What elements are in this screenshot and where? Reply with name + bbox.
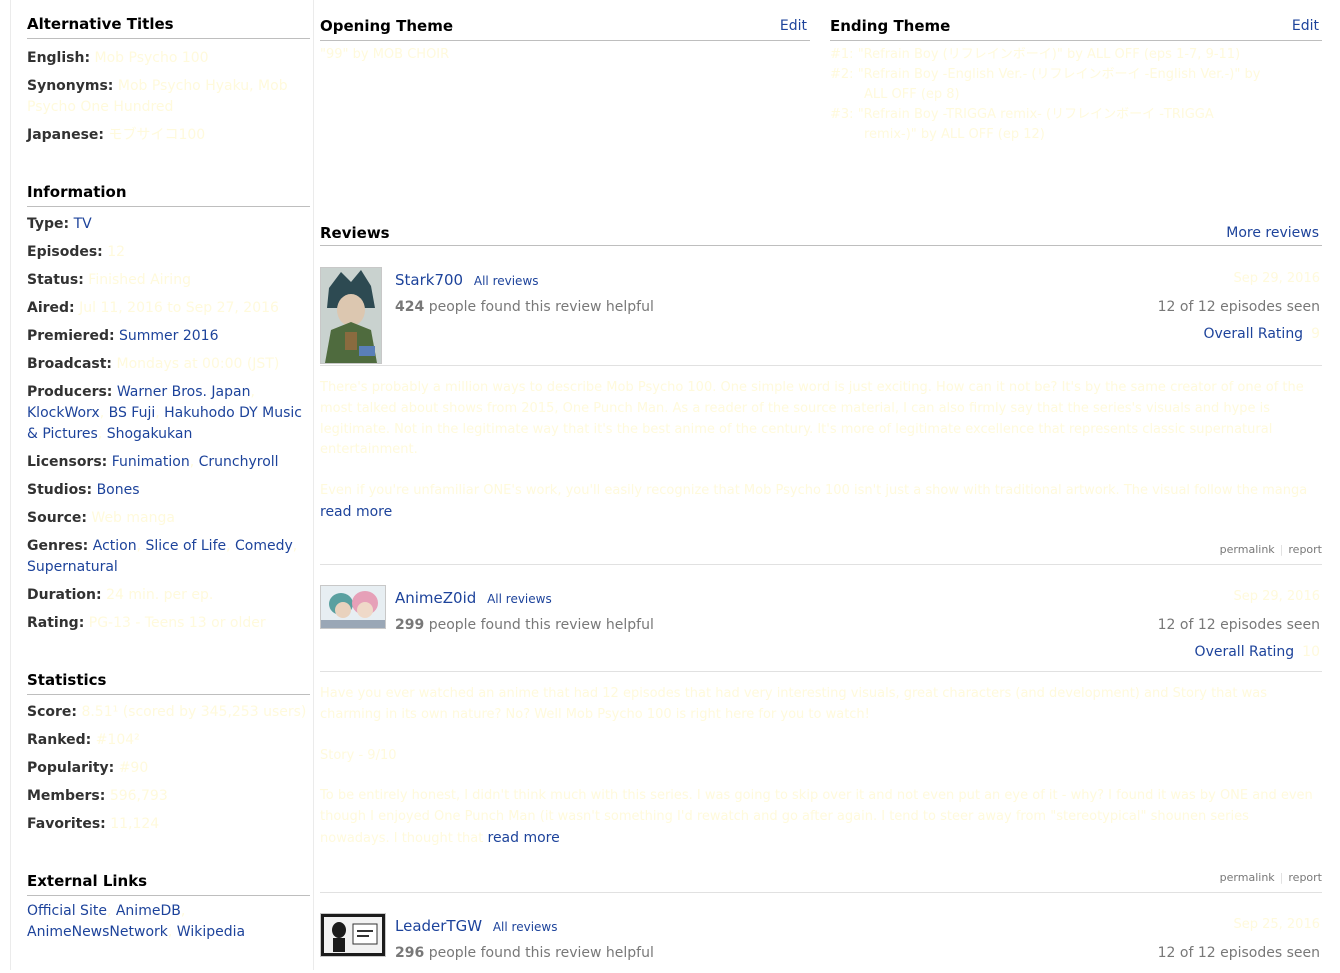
opening-theme-header: Opening Theme Edit <box>320 14 810 41</box>
info-status: Status: Finished Airing <box>27 272 191 288</box>
read-more-link[interactable]: read more <box>488 830 560 846</box>
all-reviews-link[interactable]: All reviews <box>493 920 558 934</box>
wikipedia-link[interactable]: Wikipedia <box>177 924 245 940</box>
external-links-heading: External Links <box>27 857 310 896</box>
reviewer-name[interactable]: AnimeZ0id All reviews <box>395 589 552 607</box>
avatar-image <box>321 268 381 363</box>
read-more-link[interactable]: read more <box>320 504 392 520</box>
review-item: AnimeZ0id All reviews 299 people found t… <box>320 585 1322 893</box>
review-footer: permalink | report <box>320 543 1322 565</box>
official-site-link[interactable]: Official Site <box>27 903 107 919</box>
info-producers: Producers: Warner Bros. Japan, KlockWorx… <box>27 384 303 442</box>
opening-theme: Opening Theme Edit "99" by MOB CHOIR <box>320 14 810 65</box>
episodes-seen: 12 of 12 episodes seen <box>1157 299 1320 315</box>
avatar-image <box>321 586 385 628</box>
reviewer-name[interactable]: Stark700 All reviews <box>395 271 539 289</box>
reviews-header: Reviews More reviews <box>320 222 1322 246</box>
producer-link[interactable]: Warner Bros. Japan <box>117 384 251 400</box>
review-date: Sep 29, 2016 <box>1233 589 1320 604</box>
main-content: Opening Theme Edit "99" by MOB CHOIR End… <box>320 0 1322 970</box>
helpful-count: 296 people found this review helpful <box>395 945 654 961</box>
animedb-link[interactable]: AnimeDB <box>116 903 181 919</box>
review-text: Have you ever watched an anime that had … <box>320 686 1313 846</box>
review-date: Sep 29, 2016 <box>1233 271 1320 286</box>
reviewer-name[interactable]: LeaderTGW All reviews <box>395 917 557 935</box>
helpful-count: 424 people found this review helpful <box>395 299 654 315</box>
alt-titles-heading: Alternative Titles <box>27 0 310 39</box>
ending-theme-header: Ending Theme Edit <box>830 14 1322 41</box>
sidebar: Alternative Titles English: Mob Psycho 1… <box>10 0 314 970</box>
stat-score: Score: 8.51¹ (scored by 345,253 users) <box>27 704 307 720</box>
overall-rating[interactable]: Overall Rating 9 <box>1203 326 1320 342</box>
ending-edit-link[interactable]: Edit <box>1292 14 1319 38</box>
info-licensors: Licensors: Funimation, Crunchyroll <box>27 454 279 470</box>
stat-popularity: Popularity: #90 <box>27 760 149 776</box>
review-item: LeaderTGW All reviews 296 people found t… <box>320 913 1322 973</box>
avatar[interactable] <box>320 267 382 364</box>
review-item: Stark700 All reviews 424 people found th… <box>320 267 1322 565</box>
episodes-seen: 12 of 12 episodes seen <box>1157 945 1320 961</box>
info-broadcast: Broadcast: Mondays at 00:00 (JST) <box>27 356 280 372</box>
review-footer: permalink | report <box>320 871 1322 893</box>
ending-theme-item: #2: "Refrain Boy -English Ver.- (リフレインボー… <box>830 67 1261 102</box>
statistics-heading: Statistics <box>27 656 310 695</box>
type-link[interactable]: TV <box>74 216 92 232</box>
synonyms: Synonyms: Mob Psycho Hyaku, Mob Psycho O… <box>27 78 288 115</box>
information-heading: Information <box>27 168 310 207</box>
external-links: Official Site, AnimeDB, AnimeNewsNetwork… <box>27 903 246 940</box>
animenewsnetwork-link[interactable]: AnimeNewsNetwork <box>27 924 168 940</box>
info-genres: Genres: Action, Slice of Life, Comedy, S… <box>27 538 298 575</box>
info-aired: Aired: Jul 11, 2016 to Sep 27, 2016 <box>27 300 279 316</box>
permalink-link[interactable]: permalink <box>1220 543 1275 556</box>
genre-link[interactable]: Slice of Life <box>146 538 227 554</box>
avatar[interactable] <box>320 585 386 629</box>
info-episodes: Episodes: 12 <box>27 244 126 260</box>
report-link[interactable]: report <box>1288 543 1322 556</box>
producer-link[interactable]: BS Fuji <box>109 405 156 421</box>
producer-link[interactable]: KlockWorx <box>27 405 100 421</box>
avatar[interactable] <box>320 913 386 957</box>
info-duration: Duration: 24 min. per ep. <box>27 587 214 603</box>
info-rating: Rating: PG-13 - Teens 13 or older <box>27 615 266 631</box>
producer-link[interactable]: Shogakukan <box>107 426 193 442</box>
ending-theme-title: Ending Theme <box>830 17 951 35</box>
info-type: Type: TV <box>27 216 92 232</box>
info-source: Source: Web manga <box>27 510 175 526</box>
ending-theme-item: #1: "Refrain Boy (リフレインボーイ)" by ALL OFF … <box>830 47 1241 62</box>
info-studios: Studios: Bones <box>27 482 140 498</box>
review-date: Sep 25, 2016 <box>1233 917 1320 932</box>
more-reviews-link[interactable]: More reviews <box>1226 222 1319 244</box>
avatar-image <box>321 914 385 956</box>
studio-link[interactable]: Bones <box>97 482 140 498</box>
episodes-seen: 12 of 12 episodes seen <box>1157 617 1320 633</box>
ending-theme-item: #3: "Refrain Boy -TRIGGA remix- (リフレインボー… <box>830 107 1214 142</box>
overall-rating[interactable]: Overall Rating 10 <box>1195 644 1320 660</box>
reviews-title: Reviews <box>320 224 390 242</box>
stat-members: Members: 596,793 <box>27 788 168 804</box>
stat-favorites: Favorites: 11,124 <box>27 816 160 832</box>
opening-theme-item: "99" by MOB CHOIR <box>320 47 450 62</box>
ending-theme: Ending Theme Edit #1: "Refrain Boy (リフレイ… <box>830 14 1322 145</box>
licensor-link[interactable]: Funimation <box>112 454 190 470</box>
report-link[interactable]: report <box>1288 871 1322 884</box>
genre-link[interactable]: Supernatural <box>27 559 118 575</box>
info-premiered: Premiered: Summer 2016 <box>27 328 219 344</box>
japanese-title: Japanese: モブサイコ100 <box>27 127 206 143</box>
opening-edit-link[interactable]: Edit <box>780 14 807 38</box>
genre-link[interactable]: Action <box>93 538 137 554</box>
all-reviews-link[interactable]: All reviews <box>487 592 552 606</box>
helpful-count: 299 people found this review helpful <box>395 617 654 633</box>
stat-ranked: Ranked: #104² <box>27 732 140 748</box>
genre-link[interactable]: Comedy <box>235 538 293 554</box>
licensor-link[interactable]: Crunchyroll <box>199 454 279 470</box>
opening-theme-title: Opening Theme <box>320 17 454 35</box>
permalink-link[interactable]: permalink <box>1220 871 1275 884</box>
all-reviews-link[interactable]: All reviews <box>474 274 539 288</box>
premiered-link[interactable]: Summer 2016 <box>119 328 218 344</box>
english-title: English: Mob Psycho 100 <box>27 50 209 66</box>
review-text: There's probably a million ways to descr… <box>320 380 1308 520</box>
